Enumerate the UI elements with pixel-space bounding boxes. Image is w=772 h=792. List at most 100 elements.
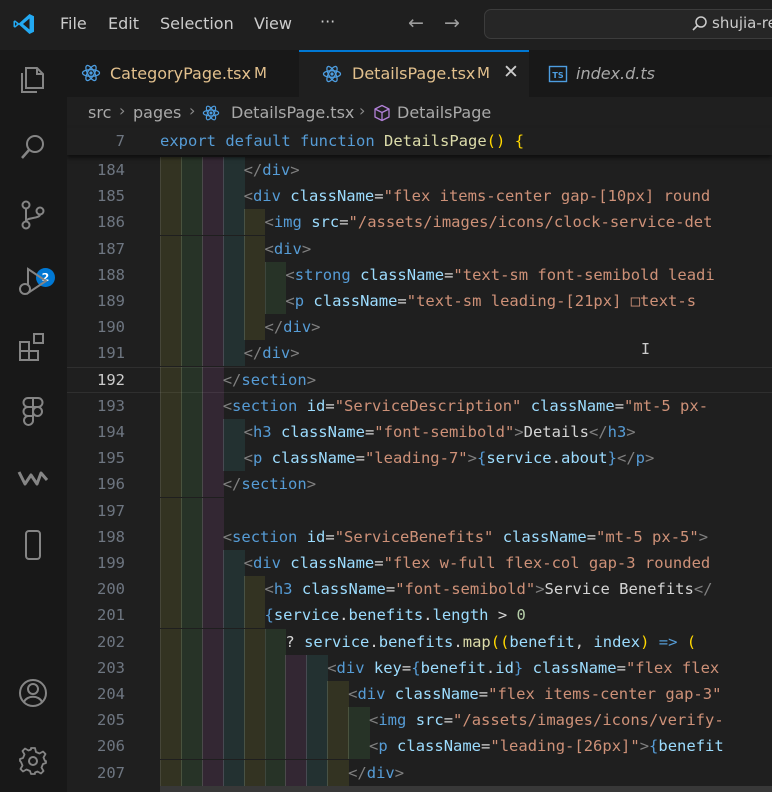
code-line[interactable]: 202? service.benefits.map((benefit, inde… <box>67 628 772 655</box>
indent-guide <box>180 550 203 576</box>
indent-guide <box>180 733 203 760</box>
code-token: className <box>502 527 587 546</box>
explorer-files-icon[interactable] <box>16 62 50 96</box>
indent-guide <box>180 471 203 498</box>
code-line[interactable]: 200 <h3 className="font-semibold">Service… <box>67 576 772 603</box>
code-line[interactable]: 185 <div className="flex items-center gap… <box>67 183 772 210</box>
tab-close-icon[interactable]: ✕ <box>503 61 519 83</box>
breadcrumb-symbol[interactable]: DetailsPage <box>397 103 491 122</box>
code-line[interactable]: 186 <img src="/assets/images/icons/clock-… <box>67 209 772 236</box>
tab-index-d-ts[interactable]: TS index.d.ts <box>530 50 695 97</box>
code-line[interactable]: 191 </div> <box>67 340 772 367</box>
code-line[interactable]: 189 <p className="text-sm leading-[21px] … <box>67 288 772 314</box>
code-token: img <box>378 711 407 730</box>
menu-selection[interactable]: Selection <box>160 14 234 33</box>
line-number: 198 <box>97 527 125 546</box>
code-token: h3 <box>273 580 293 599</box>
indent-guide <box>201 602 224 629</box>
indent-guide <box>160 366 182 393</box>
chevron-right-icon: › <box>359 101 366 120</box>
tab-modified-indicator: M <box>477 64 490 82</box>
breadcrumb-folder-pages[interactable]: pages <box>133 103 181 122</box>
indent-guide <box>201 235 224 262</box>
code-token: { <box>649 737 659 756</box>
tab-category-page[interactable]: CategoryPage.tsx M <box>67 50 298 97</box>
code-line[interactable]: 204 <div className="flex items-center gap… <box>67 681 772 707</box>
code-line[interactable]: 196 </section> <box>67 471 772 498</box>
editor-tabs-bar: CategoryPage.tsx M DetailsPage.tsx M ✕ T… <box>67 50 772 97</box>
code-token: (( <box>490 632 510 651</box>
code-line[interactable]: 199 <div className="flex w-full flex-col … <box>67 550 772 576</box>
indent-guide <box>306 707 329 734</box>
code-text: <p className="leading-7">{service.about}… <box>244 445 655 471</box>
code-line[interactable]: 187 <div> <box>67 235 772 262</box>
line-number: 189 <box>97 292 125 310</box>
indent-guide <box>180 366 203 393</box>
code-line[interactable]: 206 <p className="leading-[26px]">{benefi… <box>67 733 772 760</box>
text-cursor-icon: I <box>641 340 651 358</box>
mobile-device-icon[interactable] <box>16 528 50 562</box>
code-line[interactable]: 207 </div> <box>67 759 772 786</box>
code-line[interactable]: 198 <section id="ServiceBenefits" classNa… <box>67 523 772 550</box>
settings-gear-icon[interactable] <box>16 744 50 778</box>
indent-guide <box>201 209 224 236</box>
code-line[interactable]: 190 </div> <box>67 314 772 341</box>
code-line[interactable]: 197 <box>67 497 772 524</box>
chevron-right-icon: › <box>189 101 196 120</box>
code-token: service <box>486 449 552 468</box>
menu-view[interactable]: View <box>254 14 292 33</box>
code-token: < <box>369 737 379 756</box>
code-line[interactable]: 184 </div> <box>67 157 772 183</box>
code-line[interactable]: 193 <section id="ServiceDescription" clas… <box>67 392 772 419</box>
run-debug-icon[interactable] <box>16 264 50 298</box>
search-icon[interactable] <box>16 130 50 164</box>
indent-guide <box>243 707 266 734</box>
indent-guide <box>160 733 182 760</box>
breadcrumb-folder-src[interactable]: src <box>88 103 111 122</box>
tab-details-page[interactable]: DetailsPage.tsx M ✕ <box>299 50 529 97</box>
code-text: <img src="/assets/images/icons/clock-ser… <box>265 209 713 235</box>
account-icon[interactable] <box>16 676 50 710</box>
code-token: > <box>290 344 300 363</box>
code-line[interactable]: 205 <img src="/assets/images/icons/verify… <box>67 707 772 734</box>
code-token: service <box>304 632 370 651</box>
indent-guide <box>222 759 245 786</box>
back-arrow-icon[interactable]: ← <box>408 12 424 34</box>
figma-icon[interactable] <box>16 394 50 428</box>
code-line[interactable]: 192 </section> <box>67 366 772 393</box>
indent-guide <box>201 183 224 210</box>
forward-arrow-icon[interactable]: → <box>444 12 460 34</box>
code-token: p <box>635 449 646 468</box>
horizontal-scrollbar[interactable] <box>160 786 772 792</box>
menu-edit[interactable]: Edit <box>108 14 139 33</box>
extensions-icon[interactable] <box>16 330 50 364</box>
sticky-scroll-line[interactable]: 7 export default function DetailsPage() … <box>67 128 772 155</box>
code-token: p <box>294 292 305 310</box>
indent-guide <box>327 759 350 786</box>
code-line[interactable]: 194 <h3 className="font-semibold">Details… <box>67 419 772 445</box>
code-token: "font-semibold" <box>395 580 536 599</box>
line-number: 188 <box>97 265 125 284</box>
indent-guide <box>160 157 182 183</box>
code-token: section <box>232 396 298 415</box>
code-token: > <box>626 423 636 441</box>
code-line[interactable]: 188 <strong className="text-sm font-semib… <box>67 261 772 288</box>
code-token: Service Benefits <box>544 580 694 599</box>
code-editor[interactable]: src › pages › DetailsPage.tsx › DetailsP… <box>67 97 772 792</box>
code-token: className <box>280 423 365 441</box>
wakatime-icon[interactable] <box>16 460 50 494</box>
code-line[interactable]: 195 <p className="leading-7">{service.abo… <box>67 445 772 472</box>
code-line[interactable]: 203 <div key={benefit.id} className="flex… <box>67 654 772 681</box>
indent-guide <box>243 654 266 681</box>
indent-guide <box>160 209 182 236</box>
code-token: > <box>311 318 321 337</box>
menu-file[interactable]: File <box>60 14 87 33</box>
vscode-logo-icon[interactable] <box>12 12 36 36</box>
code-line[interactable]: 201 {service.benefits.length > 0 <box>67 602 772 629</box>
breadcrumb-file[interactable]: DetailsPage.tsx <box>231 103 354 122</box>
line-number: 204 <box>97 685 125 703</box>
menu-more[interactable]: ··· <box>320 12 335 31</box>
code-token: . <box>453 632 463 651</box>
source-control-icon[interactable] <box>16 198 50 232</box>
